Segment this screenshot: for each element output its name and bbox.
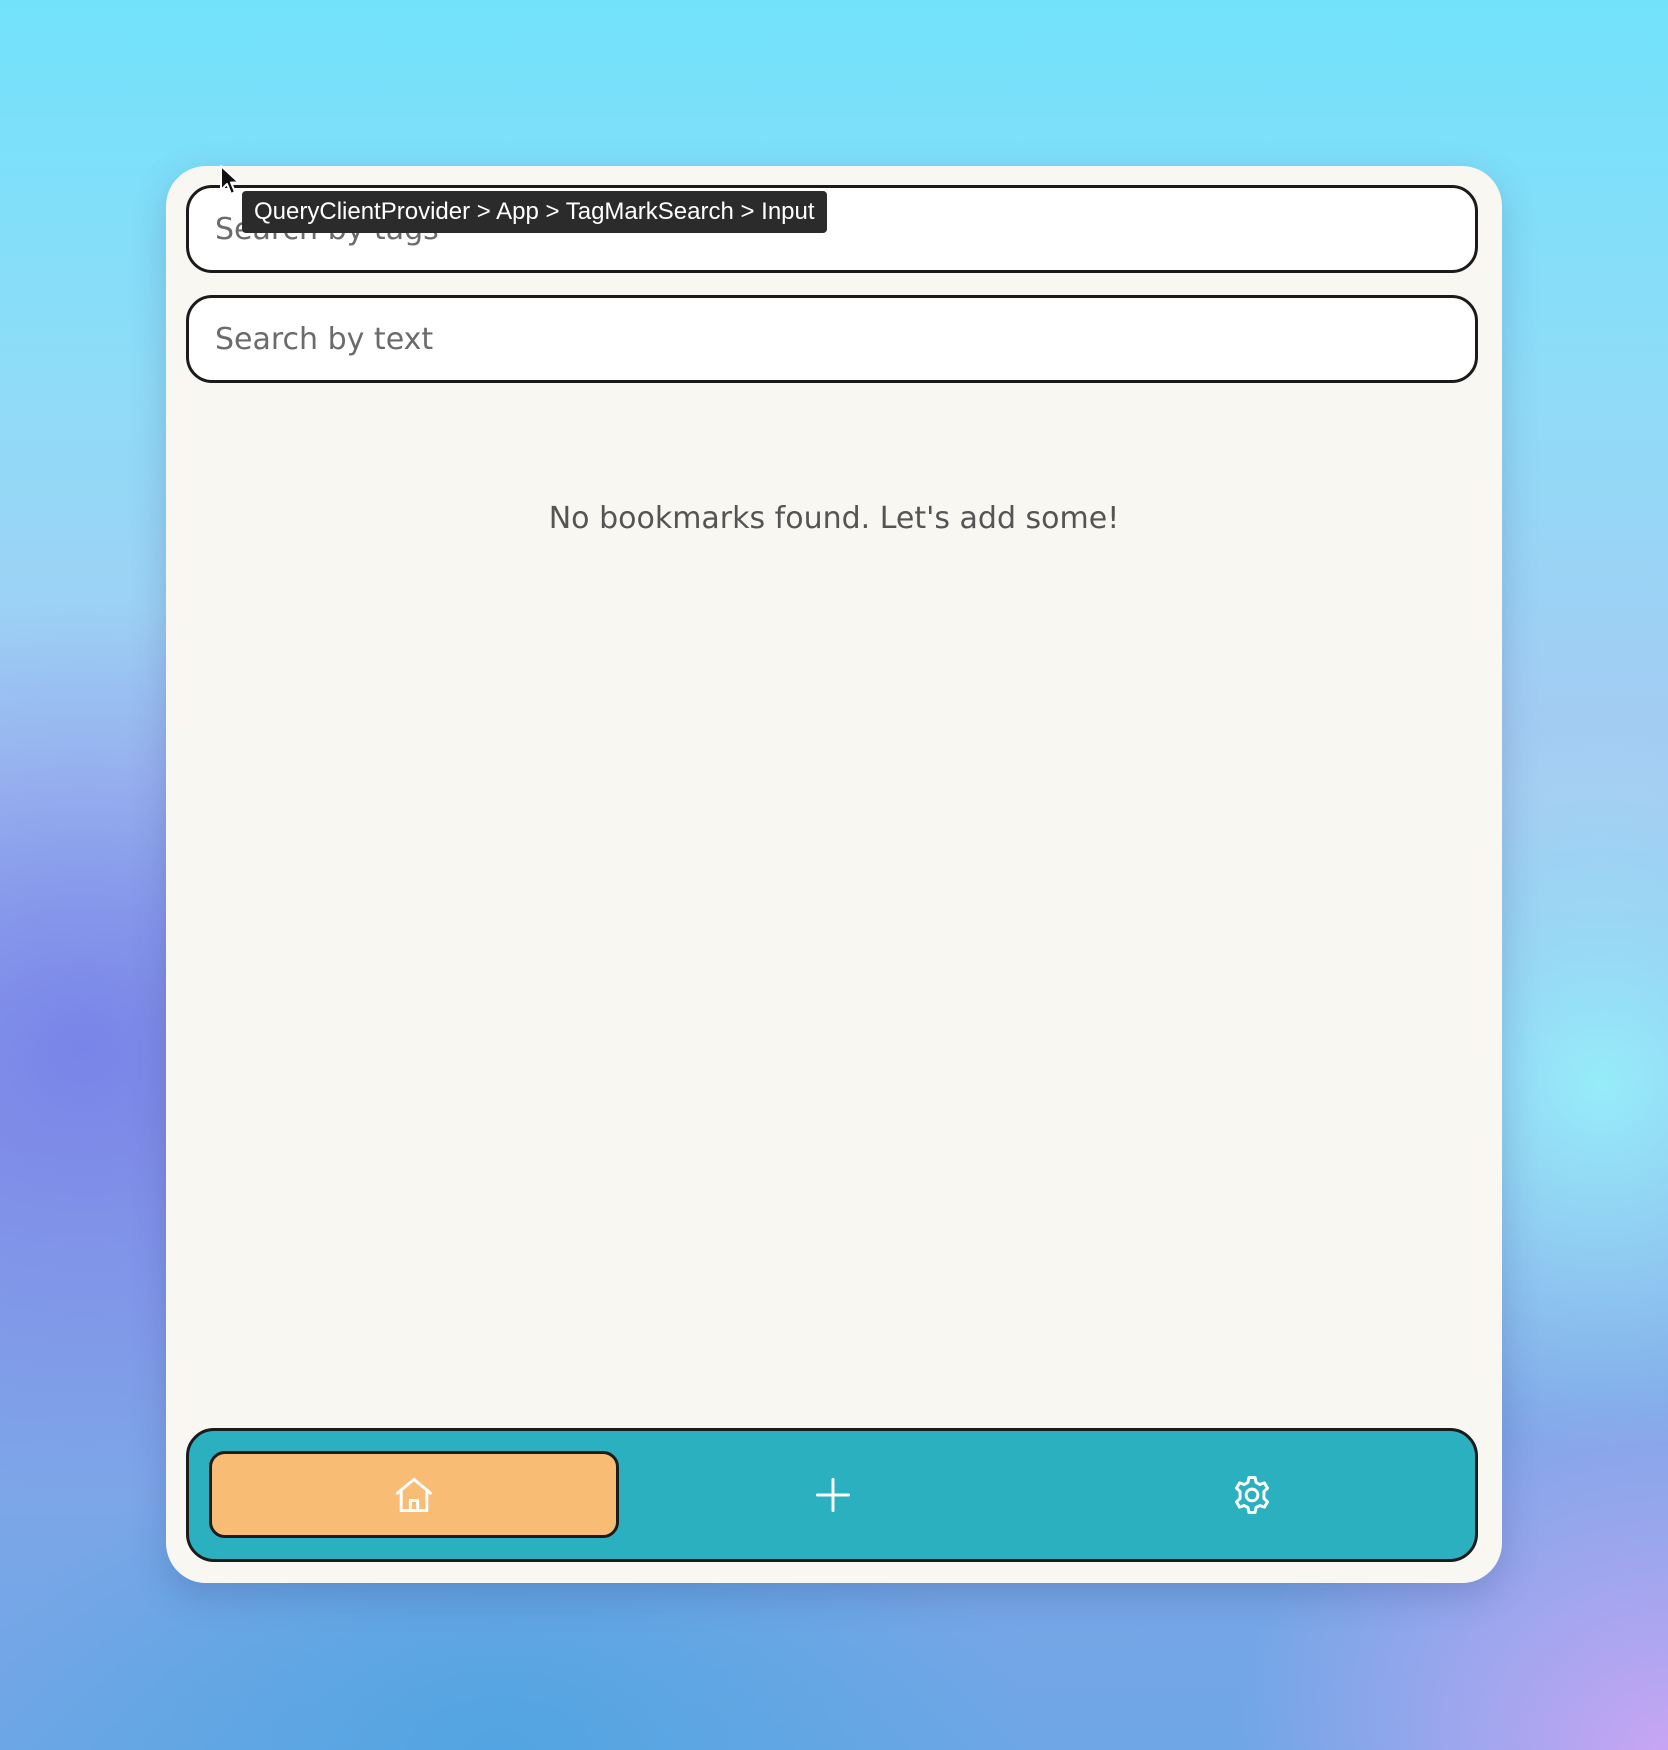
gear-icon [1230, 1473, 1274, 1517]
home-icon [392, 1473, 436, 1517]
app-panel: No bookmarks found. Let's add some! [166, 166, 1502, 1583]
nav-add-button[interactable] [628, 1451, 1038, 1538]
nav-home-button[interactable] [209, 1451, 619, 1538]
plus-icon [811, 1473, 855, 1517]
mouse-cursor-icon [220, 165, 240, 195]
bottom-nav-bar [186, 1428, 1478, 1562]
nav-settings-button[interactable] [1047, 1451, 1457, 1538]
text-search-field[interactable] [186, 295, 1478, 383]
empty-state-message: No bookmarks found. Let's add some! [548, 501, 1120, 536]
component-path-tooltip: QueryClientProvider > App > TagMarkSearc… [242, 191, 827, 233]
text-search-input[interactable] [215, 321, 1475, 357]
